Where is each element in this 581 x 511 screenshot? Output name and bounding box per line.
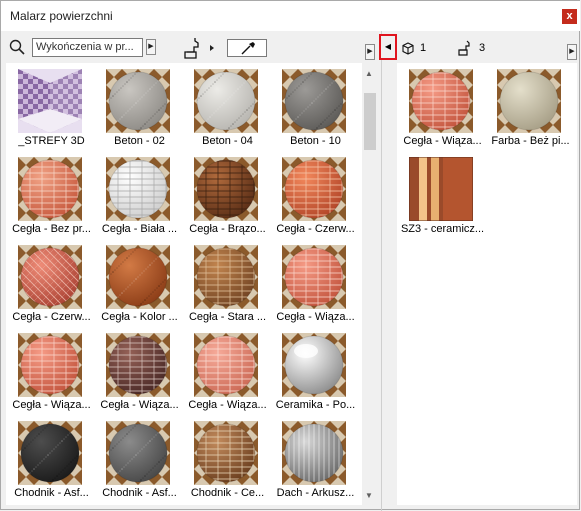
material-tile[interactable]: Cegła - Wiąza... — [184, 329, 271, 416]
model-materials-count: 1 — [402, 39, 426, 57]
material-label: Cegła - Czerw... — [12, 311, 91, 323]
material-tile[interactable]: Cegła - Brązo... — [184, 153, 271, 240]
close-button[interactable]: x — [562, 9, 577, 24]
material-tile[interactable]: Chodnik - Asf... — [96, 417, 183, 504]
material-swatch — [194, 245, 258, 309]
used-materials-grid: Cegła - Wiąza... Farba - Beż pi... SZ3 -… — [397, 63, 577, 505]
right-panel-expand-button[interactable]: ▶ — [567, 44, 577, 60]
search-input[interactable]: Wykończenia w pr... — [32, 38, 143, 57]
material-label: SZ3 - ceramicz... — [400, 223, 485, 235]
paint-brush-icon — [458, 40, 470, 56]
search-filter-arrow-button[interactable]: ▶ — [146, 39, 156, 55]
material-tile[interactable]: Chodnik - Ce... — [184, 417, 271, 504]
material-swatch — [106, 333, 170, 397]
material-label: Dach - Arkusz... — [276, 487, 355, 499]
close-icon: x — [566, 10, 573, 22]
material-swatch — [18, 157, 82, 221]
material-label: _STREFY 3D — [18, 135, 85, 147]
material-label: Cegła - Wiąza... — [12, 399, 91, 411]
material-label: Cegła - Bez pr... — [12, 223, 91, 235]
panel-divider[interactable] — [381, 31, 382, 511]
material-swatch — [18, 333, 82, 397]
material-swatch — [194, 333, 258, 397]
material-label: Cegła - Wiąza... — [100, 399, 179, 411]
brush-count-label: 3 — [479, 42, 486, 54]
material-tile[interactable]: Dach - Arkusz... — [272, 417, 359, 504]
scroll-down-icon[interactable]: ▼ — [365, 491, 373, 500]
eyedropper-button[interactable] — [227, 39, 267, 57]
material-tile[interactable]: Beton - 10 — [272, 65, 359, 152]
material-tile[interactable]: SZ3 - ceramicz... — [399, 153, 486, 240]
material-swatch — [409, 69, 473, 133]
material-swatch — [282, 245, 346, 309]
material-tile[interactable]: Beton - 04 — [184, 65, 271, 152]
material-label: Cegła - Stara ... — [188, 311, 267, 323]
material-tile[interactable]: Cegła - Czerw... — [8, 241, 95, 328]
material-tile[interactable]: _STREFY 3D — [8, 65, 95, 152]
material-label: Cegła - Czerw... — [276, 223, 355, 235]
material-tile[interactable]: Cegła - Biała ... — [96, 153, 183, 240]
material-label: Cegła - Kolor ... — [101, 311, 178, 323]
material-swatch — [106, 245, 170, 309]
model-count-label: 1 — [420, 42, 427, 54]
material-painter-window: Malarz powierzchni x Wykończenia w pr...… — [0, 0, 580, 511]
material-label: Cegła - Wiąza... — [403, 135, 482, 147]
search-icon[interactable] — [9, 39, 25, 55]
material-swatch — [194, 69, 258, 133]
material-swatch — [282, 421, 346, 485]
eyedropper-icon — [241, 42, 255, 55]
material-swatch — [282, 333, 346, 397]
material-label: Cegła - Biała ... — [101, 223, 178, 235]
material-swatch — [18, 421, 82, 485]
material-tile[interactable]: Cegła - Czerw... — [272, 153, 359, 240]
material-swatch — [106, 421, 170, 485]
material-swatch — [409, 157, 473, 221]
material-tile[interactable]: Cegła - Stara ... — [184, 241, 271, 328]
material-label: Chodnik - Asf... — [14, 487, 89, 499]
material-swatch — [282, 69, 346, 133]
material-label: Beton - 10 — [290, 135, 341, 147]
material-label: Cegła - Brązo... — [189, 223, 266, 235]
collapse-panel-button[interactable]: ◀ — [379, 34, 397, 60]
material-tile[interactable]: Cegła - Kolor ... — [96, 241, 183, 328]
material-tile[interactable]: Cegła - Bez pr... — [8, 153, 95, 240]
material-tile[interactable]: Ceramika - Po... — [272, 329, 359, 416]
title-bar: Malarz powierzchni x — [1, 1, 580, 31]
material-label: Chodnik - Ce... — [190, 487, 265, 499]
material-label: Chodnik - Asf... — [102, 487, 177, 499]
material-label: Beton - 04 — [202, 135, 253, 147]
brush-materials-count: 3 — [457, 39, 485, 57]
material-label: Beton - 02 — [114, 135, 165, 147]
material-tile[interactable]: Chodnik - Asf... — [8, 417, 95, 504]
material-tile[interactable]: Cegła - Wiąza... — [272, 241, 359, 328]
scroll-thumb[interactable] — [364, 93, 376, 150]
material-label: Cegła - Wiąza... — [188, 399, 267, 411]
material-swatch — [194, 421, 258, 485]
window-title: Malarz powierzchni — [10, 9, 113, 23]
material-tile[interactable]: Cegła - Wiąza... — [96, 329, 183, 416]
material-label: Ceramika - Po... — [275, 399, 356, 411]
material-tile[interactable]: Beton - 02 — [96, 65, 183, 152]
library-scrollbar[interactable]: ▲ ▼ — [362, 63, 378, 505]
material-swatch — [106, 69, 170, 133]
paint-brush-icon[interactable] — [182, 37, 218, 59]
scroll-up-icon[interactable]: ▲ — [365, 69, 373, 78]
left-panel-expand-button[interactable]: ▶ — [365, 44, 375, 60]
material-swatch — [106, 157, 170, 221]
material-library-grid: _STREFY 3D Beton - 02 Beton - 04 Beton -… — [6, 63, 363, 505]
material-tile[interactable]: Cegła - Wiąza... — [8, 329, 95, 416]
cube-icon — [402, 41, 414, 55]
material-swatch — [497, 69, 561, 133]
material-swatch — [18, 69, 82, 133]
material-tile[interactable]: Cegła - Wiąza... — [399, 65, 486, 152]
material-swatch — [282, 157, 346, 221]
material-swatch — [18, 245, 82, 309]
material-label: Farba - Beż pi... — [491, 135, 570, 147]
material-tile[interactable]: Farba - Beż pi... — [487, 65, 574, 152]
material-label: Cegła - Wiąza... — [276, 311, 355, 323]
material-swatch — [194, 157, 258, 221]
